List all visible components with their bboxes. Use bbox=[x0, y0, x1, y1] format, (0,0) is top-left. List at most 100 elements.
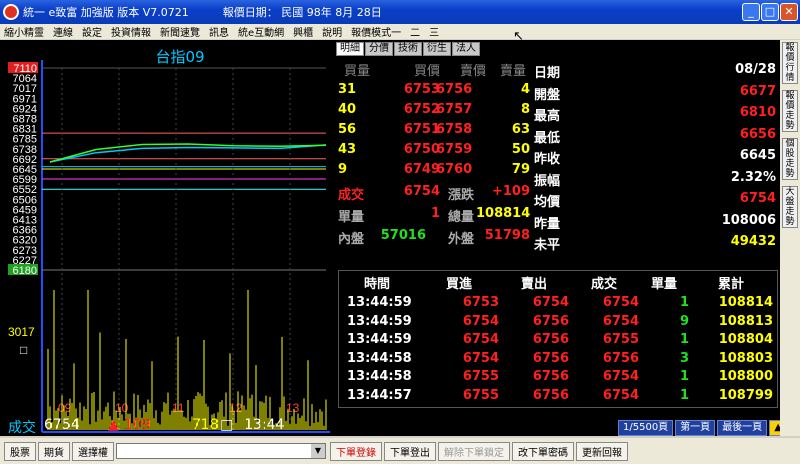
last-page-button[interactable]: 最後一頁 bbox=[717, 420, 768, 436]
bottom-price: 6754 bbox=[44, 417, 80, 433]
tab-institutional[interactable]: 法人 bbox=[452, 42, 480, 56]
tab-derivative[interactable]: 衍生 bbox=[423, 42, 451, 56]
tick-table: 時間 買進 賣出 成交 單量 累計 13:44:59 6753 6754 6754 1 108814 1… bbox=[338, 270, 778, 408]
table-row[interactable]: 13:44:59 6754 6756 6755 1 108804 bbox=[339, 332, 779, 350]
bottom-change: 109 bbox=[124, 417, 151, 433]
close-button[interactable]: ✕ bbox=[780, 3, 798, 21]
bottom-trade-label: 成交 bbox=[8, 420, 36, 436]
table-cell: 6755 bbox=[462, 369, 499, 384]
chart-title: 台指09 bbox=[155, 48, 205, 66]
bid-price: 6749 bbox=[403, 162, 440, 177]
column-header: 賣出 bbox=[520, 277, 547, 292]
volume-max-label: 3017 bbox=[8, 325, 35, 339]
bottom-volume: 718 bbox=[192, 417, 219, 433]
stat-value: 2.32% bbox=[730, 169, 776, 185]
table-cell: 3 bbox=[679, 350, 689, 366]
tab-detail[interactable]: 明細 bbox=[336, 42, 364, 56]
table-row[interactable]: 13:44:58 6755 6756 6754 1 108800 bbox=[339, 369, 779, 387]
stat-label: 均價 bbox=[534, 195, 561, 210]
menu-interactive[interactable]: 統e互動網 bbox=[238, 24, 284, 39]
bottom-time: 13:44 bbox=[244, 417, 285, 433]
side-tab-quotes[interactable]: 報價行情 bbox=[782, 42, 798, 84]
table-cell: 6756 bbox=[532, 369, 569, 384]
y-tick-label: 6180 bbox=[13, 265, 37, 277]
menu-emerging[interactable]: 興櫃 bbox=[293, 24, 313, 39]
first-page-button[interactable]: 第一頁 bbox=[675, 420, 716, 436]
side-tab-market-trend[interactable]: 大盤走勢 bbox=[782, 186, 798, 228]
side-tab-quote-trend[interactable]: 報價走勢 bbox=[782, 90, 798, 132]
inner-value: 57016 bbox=[380, 228, 426, 243]
maximize-button[interactable]: □ bbox=[761, 3, 779, 21]
menu-connect[interactable]: 連線 bbox=[53, 24, 73, 39]
menu-quote-mode-3[interactable]: 三 bbox=[429, 24, 439, 39]
ask-price: 6756 bbox=[436, 82, 473, 97]
inner-label: 內盤 bbox=[338, 232, 365, 247]
table-cell: 6756 bbox=[532, 387, 569, 403]
stock-button[interactable]: 股票 bbox=[4, 441, 36, 461]
table-row[interactable]: 13:44:59 6754 6756 6754 9 108813 bbox=[339, 314, 779, 332]
bid-price: 6753 bbox=[403, 82, 440, 97]
stat-label: 最低 bbox=[534, 130, 561, 146]
table-cell: 6755 bbox=[602, 332, 639, 347]
tab-technical[interactable]: 技術 bbox=[394, 42, 422, 56]
stat-value: 6677 bbox=[739, 83, 776, 99]
minimize-button[interactable]: _ bbox=[742, 3, 760, 21]
window-title: 統一 e致富 加強版 版本 V7.0721 bbox=[23, 6, 189, 19]
menu-investment-info[interactable]: 投資情報 bbox=[111, 24, 151, 39]
side-tab-stock-trend[interactable]: 個股走勢 bbox=[782, 138, 798, 180]
bid-qty: 43 bbox=[338, 142, 357, 157]
menu-messages[interactable]: 訊息 bbox=[209, 24, 229, 39]
table-cell: 6754 bbox=[532, 295, 569, 310]
menu-bar: 縮小精靈 連線 設定 投資情報 新聞速覽 訊息 統e互動網 興櫃 說明 報價模式… bbox=[0, 24, 800, 39]
status-bar: 股票 期貨 選擇權 ▼ 下單登錄 下單登出 解除下單鎖定 改下單密碼 更新回報 bbox=[0, 438, 800, 464]
futures-button[interactable]: 期貨 bbox=[38, 441, 70, 461]
options-button[interactable]: 選擇權 bbox=[72, 441, 114, 461]
table-cell: 108814 bbox=[718, 295, 773, 310]
book-header: 賣價 bbox=[459, 64, 486, 79]
intraday-chart[interactable]: 7110706470176971692468786831678567386692… bbox=[0, 40, 334, 436]
table-cell: 108804 bbox=[718, 332, 773, 347]
total-qty-label: 總量 bbox=[448, 210, 475, 225]
stat-value: 08/28 bbox=[735, 62, 776, 77]
ask-price: 6759 bbox=[436, 142, 473, 157]
table-cell: 6756 bbox=[532, 332, 569, 347]
side-tabs: 報價行情 報價走勢 個股走勢 大盤走勢 bbox=[780, 40, 800, 436]
menu-shrink[interactable]: 縮小精靈 bbox=[4, 24, 44, 39]
trade-label: 成交 bbox=[338, 188, 365, 203]
table-cell: 6754 bbox=[462, 313, 499, 329]
table-cell: 108799 bbox=[718, 387, 773, 403]
order-unlock-button[interactable]: 解除下單鎖定 bbox=[438, 441, 510, 461]
table-row[interactable]: 13:44:58 6754 6756 6756 3 108803 bbox=[339, 351, 779, 369]
menu-settings[interactable]: 設定 bbox=[82, 24, 102, 39]
menu-help[interactable]: 說明 bbox=[322, 24, 342, 39]
up-arrow-icon: ▲ bbox=[108, 417, 119, 433]
column-header: 單量 bbox=[650, 277, 677, 292]
x-tick-label: 12 bbox=[229, 401, 243, 415]
order-login-button[interactable]: 下單登錄 bbox=[330, 441, 382, 461]
table-cell: 6754 bbox=[602, 369, 639, 384]
table-cell: 108803 bbox=[718, 350, 773, 366]
menu-quote-mode-2[interactable]: 二 bbox=[410, 24, 420, 39]
table-cell: 108813 bbox=[718, 313, 773, 329]
bid-qty: 56 bbox=[338, 122, 357, 137]
single-qty-label: 單量 bbox=[338, 210, 365, 225]
change-password-button[interactable]: 改下單密碼 bbox=[512, 441, 574, 461]
bid-qty: 9 bbox=[338, 162, 348, 177]
update-report-button[interactable]: 更新回報 bbox=[576, 441, 628, 461]
table-cell: 13:44:57 bbox=[347, 387, 412, 403]
tab-price-dist[interactable]: 分價 bbox=[365, 42, 393, 56]
stat-label: 昨收 bbox=[534, 152, 561, 167]
app-icon[interactable] bbox=[3, 4, 19, 20]
ask-qty: 8 bbox=[520, 102, 530, 117]
table-cell: 6754 bbox=[462, 332, 499, 347]
stat-value: 108006 bbox=[721, 212, 776, 228]
chevron-down-icon[interactable]: ▼ bbox=[311, 444, 325, 458]
order-logout-button[interactable]: 下單登出 bbox=[384, 441, 436, 461]
stat-value: 6810 bbox=[739, 105, 776, 120]
table-row[interactable]: 13:44:59 6753 6754 6754 1 108814 bbox=[339, 295, 779, 313]
menu-news[interactable]: 新聞速覽 bbox=[160, 24, 200, 39]
symbol-combo[interactable]: ▼ bbox=[116, 443, 326, 459]
table-row[interactable]: 13:44:57 6755 6756 6754 1 108799 bbox=[339, 388, 779, 406]
menu-quote-mode-1[interactable]: 報價模式一 bbox=[351, 24, 401, 39]
book-header: 買量 bbox=[343, 64, 370, 79]
